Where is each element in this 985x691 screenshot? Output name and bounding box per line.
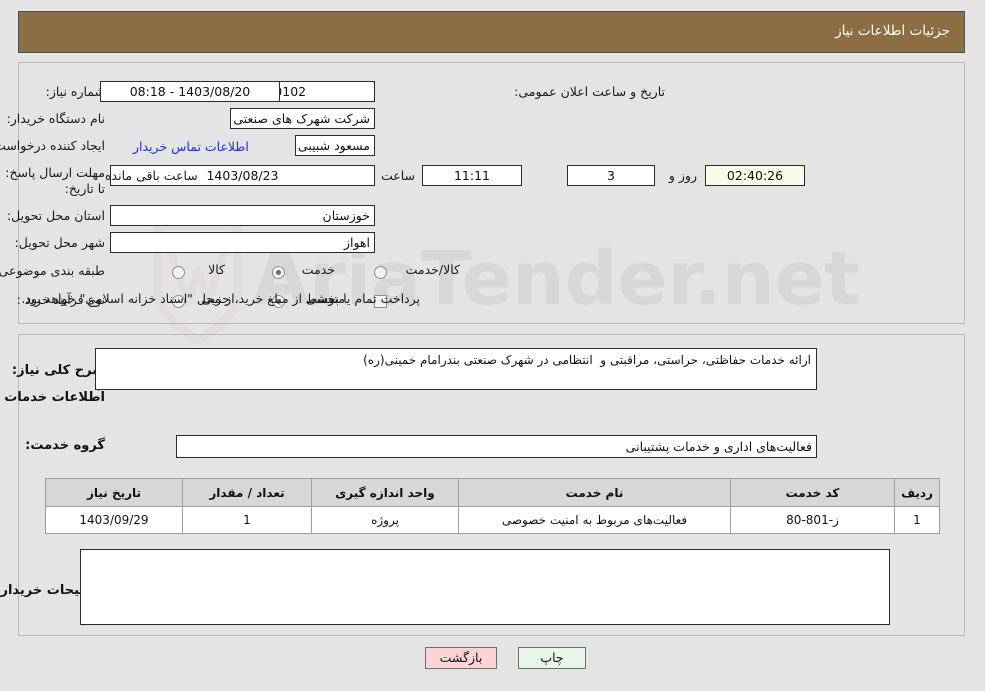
- response-deadline-label: مهلت ارسال پاسخ: تا تاریخ:: [5, 165, 105, 196]
- treasury-docs-note: پرداخت تمام یا بخشی از مبلغ خرید،از محل …: [21, 291, 420, 306]
- general-description-textarea[interactable]: [95, 348, 817, 390]
- buyer-contact-link[interactable]: اطلاعات تماس خریدار: [133, 139, 249, 154]
- need-number-label: شماره نیاز:: [45, 84, 105, 99]
- table-header-row: ردیف کد خدمت نام خدمت واحد اندازه گیری ت…: [45, 478, 940, 507]
- print-button[interactable]: چاپ: [518, 647, 586, 669]
- col-need-date: تاریخ نیاز: [45, 478, 183, 507]
- cell-unit: پروژه: [311, 506, 459, 534]
- radio-category-kala-khedmat[interactable]: [374, 266, 387, 279]
- services-table: ردیف کد خدمت نام خدمت واحد اندازه گیری ت…: [45, 478, 940, 534]
- radio-category-kala[interactable]: [172, 266, 185, 279]
- col-service-name: نام خدمت: [458, 478, 731, 507]
- radio-category-kala-khedmat-label: کالا/خدمت: [405, 262, 460, 277]
- col-unit: واحد اندازه گیری: [311, 478, 459, 507]
- radio-category-khedmat[interactable]: [272, 266, 285, 279]
- request-creator-label: ایجاد کننده درخواست:: [0, 138, 105, 153]
- delivery-city-value: اهواز: [110, 232, 375, 253]
- announce-datetime-value: 1403/08/20 - 08:18: [100, 81, 280, 102]
- announce-datetime-label: تاریخ و ساعت اعلان عمومی:: [514, 84, 665, 99]
- page-root: AriaTender.net جزئیات اطلاعات نیاز شماره…: [0, 0, 985, 691]
- delivery-city-label: شهر محل تحویل:: [14, 235, 105, 250]
- radio-category-kala-label: کالا: [208, 262, 225, 277]
- service-group-value: فعالیت‌های اداری و خدمات پشتیبانی: [176, 435, 817, 458]
- radio-category-khedmat-label: خدمت: [301, 262, 335, 277]
- buyer-org-label: نام دستگاه خریدار:: [6, 111, 105, 126]
- remaining-hours-label: ساعت باقی مانده: [105, 168, 198, 183]
- days-label: روز و: [668, 168, 697, 183]
- cell-need-date: 1403/09/29: [45, 506, 183, 534]
- back-button[interactable]: بازگشت: [425, 647, 497, 669]
- table-row: 1 ز-801-80 فعالیت‌های مربوط به امنیت خصو…: [45, 506, 940, 534]
- cell-radif: 1: [894, 506, 940, 534]
- cell-service-name: فعالیت‌های مربوط به امنیت خصوصی: [458, 506, 731, 534]
- col-service-code: کد خدمت: [730, 478, 895, 507]
- hour-label: ساعت: [380, 168, 415, 183]
- services-section-heading: اطلاعات خدمات مورد نیاز: [0, 390, 105, 405]
- delivery-province-value: خوزستان: [110, 205, 375, 226]
- buyer-org-value: شرکت شهرک های صنعتی استان خوزستان: [230, 108, 375, 129]
- delivery-province-label: استان محل تحویل:: [6, 208, 105, 223]
- subject-category-label: طبقه بندی موضوعی:: [0, 263, 105, 278]
- col-quantity: تعداد / مقدار: [182, 478, 312, 507]
- request-creator-value: مسعود شبیبی کاربرداز شرکت شهرک های صنعتی…: [295, 135, 375, 156]
- service-group-label: گروه خدمت:: [25, 438, 105, 453]
- col-radif: ردیف: [894, 478, 940, 507]
- deadline-time-value: 11:11: [422, 165, 522, 186]
- cell-quantity: 1: [182, 506, 312, 534]
- header-bar: جزئیات اطلاعات نیاز: [18, 11, 965, 53]
- cell-service-code: ز-801-80: [730, 506, 895, 534]
- remaining-timer-value: 02:40:26: [705, 165, 805, 186]
- buyer-notes-textarea[interactable]: [80, 549, 890, 625]
- general-description-label: شرح کلی نیاز:: [11, 363, 105, 378]
- remaining-days-value: 3: [567, 165, 655, 186]
- page-title: جزئیات اطلاعات نیاز: [835, 23, 950, 39]
